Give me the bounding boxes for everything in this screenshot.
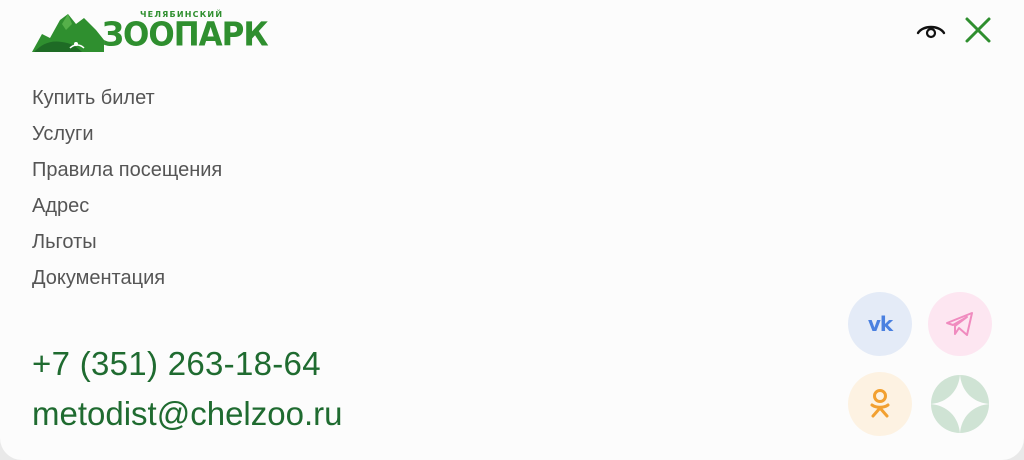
close-menu-button[interactable]: [962, 14, 994, 46]
zoo-logo[interactable]: ЧЕЛЯБИНСКИЙ ЗООПАРК: [32, 10, 269, 54]
phone-link[interactable]: +7 (351) 263-18-64: [32, 345, 321, 383]
four-point-star-icon: [930, 374, 990, 434]
nav-item-services[interactable]: Услуги: [32, 120, 222, 156]
vk-button[interactable]: vk: [848, 292, 912, 356]
telegram-button[interactable]: [928, 292, 992, 356]
nav-item-buy-ticket[interactable]: Купить билет: [32, 84, 222, 120]
logo-mark-icon: [32, 14, 104, 52]
nav-item-benefits[interactable]: Льготы: [32, 228, 222, 264]
main-navigation: Купить билет Услуги Правила посещения Ад…: [32, 84, 222, 300]
other-social-button[interactable]: [928, 372, 992, 436]
nav-item-address[interactable]: Адрес: [32, 192, 222, 228]
accessibility-button[interactable]: [914, 18, 948, 44]
eye-icon: [916, 25, 946, 39]
close-icon: [965, 17, 991, 43]
odnoklassniki-icon: [870, 389, 890, 418]
nav-item-visit-rules[interactable]: Правила посещения: [32, 156, 222, 192]
telegram-icon: [946, 312, 973, 336]
nav-item-documentation[interactable]: Документация: [32, 264, 222, 300]
vk-icon: vk: [867, 312, 893, 336]
odnoklassniki-button[interactable]: [848, 372, 912, 436]
mobile-menu-panel: ЧЕЛЯБИНСКИЙ ЗООПАРК Купить билет Услуги …: [0, 0, 1024, 460]
email-link[interactable]: metodist@chelzoo.ru: [32, 395, 342, 433]
logo-title-text: ЗООПАРК: [102, 16, 269, 54]
